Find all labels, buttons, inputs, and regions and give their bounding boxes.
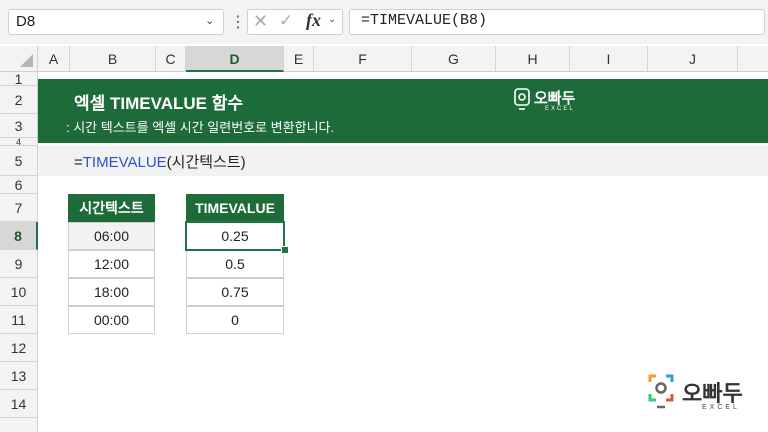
cancel-icon[interactable]: ✕ (253, 11, 268, 32)
column-header-f[interactable]: F (314, 46, 412, 72)
select-all-icon (20, 54, 33, 67)
row-header-3[interactable]: 3 (0, 114, 38, 138)
chevron-down-icon[interactable]: ⌄ (205, 14, 214, 27)
column-header-a[interactable]: A (38, 46, 70, 72)
cell-d11[interactable]: 0 (186, 306, 284, 334)
column-header-h[interactable]: H (496, 46, 570, 72)
brand-name: 오빠두 (534, 90, 576, 107)
row-header-6[interactable]: 6 (0, 176, 38, 194)
row-header-13[interactable]: 13 (0, 362, 38, 390)
cell-b10[interactable]: 18:00 (68, 278, 155, 306)
cell-b11[interactable]: 00:00 (68, 306, 155, 334)
row-header-11[interactable]: 11 (0, 306, 38, 334)
row-header-14[interactable]: 14 (0, 390, 38, 418)
brand-sub-footer: EXCEL (702, 404, 740, 411)
insert-function-button[interactable]: fx (306, 10, 321, 31)
chevron-down-icon[interactable]: ⌄ (328, 14, 336, 25)
page-title: 엑셀 TIMEVALUE 함수 (74, 94, 243, 113)
cell-b8[interactable]: 06:00 (68, 222, 155, 250)
row-header-5[interactable]: 5 (0, 146, 38, 176)
check-icon[interactable]: ✓ (279, 11, 293, 31)
row-header-9[interactable]: 9 (0, 250, 38, 278)
name-box-value: D8 (16, 13, 36, 30)
cell-b9[interactable]: 12:00 (68, 250, 155, 278)
fill-handle[interactable] (281, 246, 289, 254)
name-box[interactable] (8, 9, 224, 35)
syntax-prefix: = (74, 154, 83, 171)
brand-sub: EXCEL (545, 106, 575, 112)
syntax-line: =TIMEVALUE(시간텍스트) (74, 151, 246, 172)
brand-logo-footer (648, 372, 678, 417)
column-header-overflow (738, 46, 768, 72)
active-cell-outline (185, 221, 285, 251)
formula-text: =TIMEVALUE(B8) (361, 12, 488, 29)
row-header-8[interactable]: 8 (0, 222, 38, 250)
column-header-b[interactable]: B (70, 46, 156, 72)
column-header-i[interactable]: I (570, 46, 648, 72)
syntax-args: (시간텍스트) (166, 154, 246, 171)
row-header-10[interactable]: 10 (0, 278, 38, 306)
column-header-e[interactable]: E (284, 46, 314, 72)
more-options-icon[interactable]: ⋮ (230, 12, 246, 32)
table-header-time-text[interactable]: 시간텍스트 (68, 194, 155, 222)
row-header-1[interactable]: 1 (0, 72, 38, 86)
column-header-d[interactable]: D (186, 46, 284, 72)
row-header-overflow (0, 418, 38, 432)
column-header-j[interactable]: J (648, 46, 738, 72)
column-header-c[interactable]: C (156, 46, 186, 72)
syntax-function: TIMEVALUE (82, 154, 167, 171)
row-header-12[interactable]: 12 (0, 334, 38, 362)
cell-d9[interactable]: 0.5 (186, 250, 284, 278)
page-subtitle: : 시간 텍스트를 엑셀 시간 일련번호로 변환합니다. (66, 120, 335, 135)
row-header-2[interactable]: 2 (0, 86, 38, 114)
column-header-g[interactable]: G (412, 46, 496, 72)
row-header-4[interactable]: 4 (0, 138, 38, 147)
table-header-timevalue[interactable]: TIMEVALUE (186, 194, 284, 222)
row-header-7[interactable]: 7 (0, 194, 38, 222)
cell-d10[interactable]: 0.75 (186, 278, 284, 306)
